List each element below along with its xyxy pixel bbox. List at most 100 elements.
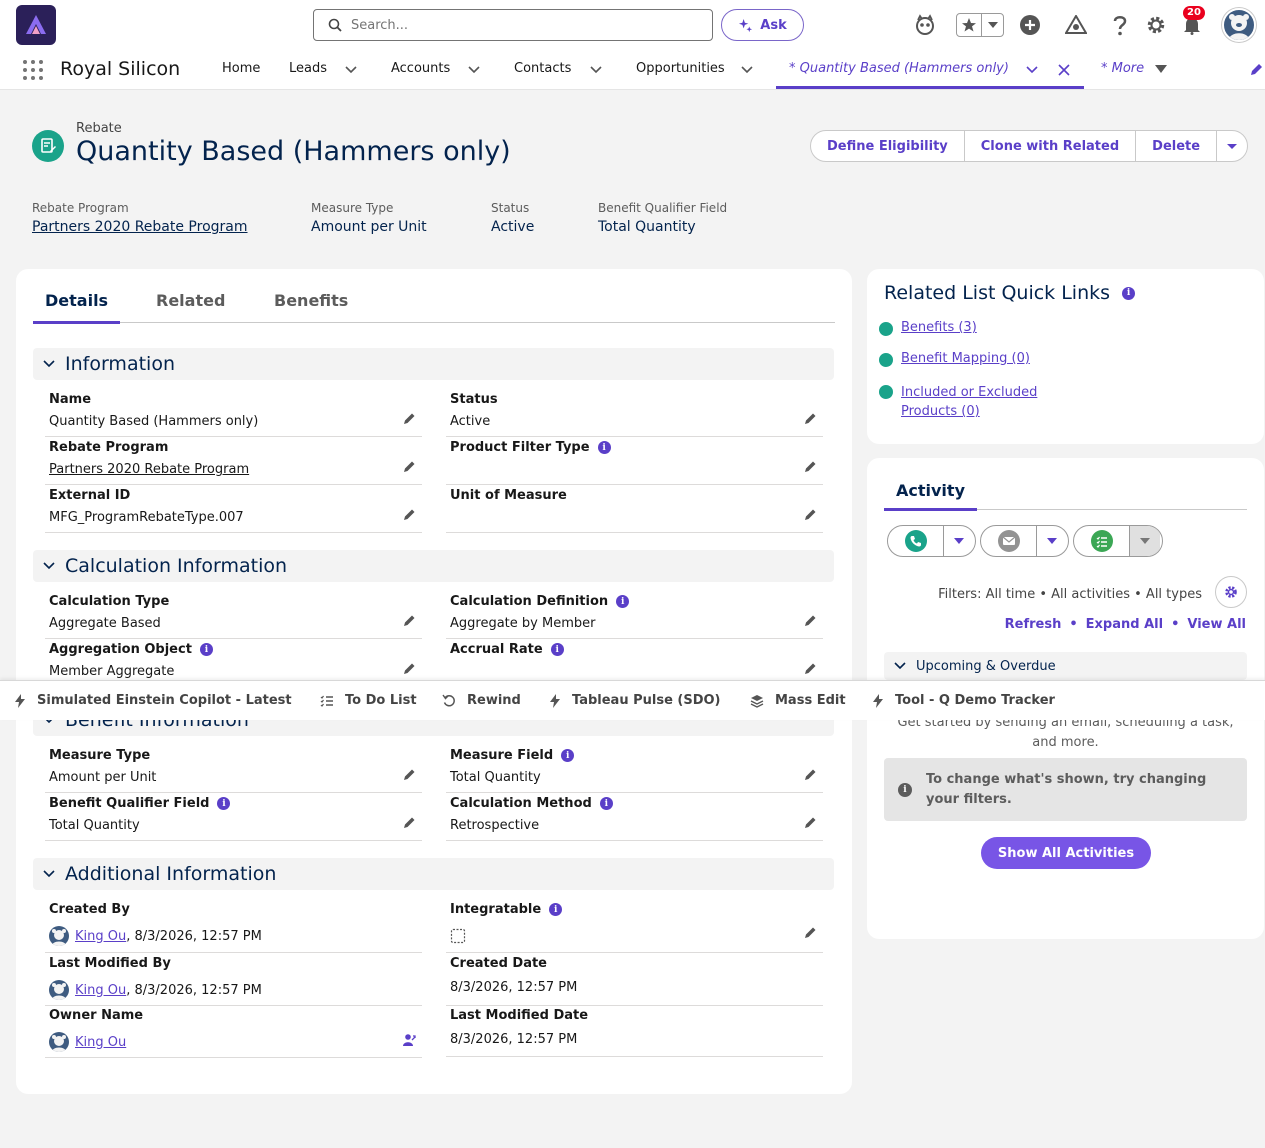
utility-tableau-pulse[interactable]: Tableau Pulse (SDO) xyxy=(549,693,721,708)
close-icon[interactable] xyxy=(1057,63,1071,77)
integratable-checkbox[interactable] xyxy=(450,928,466,944)
help-icon[interactable] xyxy=(1107,12,1133,38)
nav-item-leads[interactable]: Leads xyxy=(289,61,327,76)
quick-link-label[interactable]: Included or Excluded xyxy=(901,383,1037,402)
app-launcher-icon[interactable] xyxy=(23,60,43,80)
nav-item-accounts[interactable]: Accounts xyxy=(391,61,450,76)
info-icon[interactable]: i xyxy=(550,643,564,656)
info-icon[interactable]: i xyxy=(561,749,575,762)
utility-q-demo-tracker[interactable]: Tool - Q Demo Tracker xyxy=(872,693,1055,708)
section-calculation[interactable]: Calculation Information xyxy=(33,550,834,582)
nav-item-current-record[interactable]: * Quantity Based (Hammers only) xyxy=(789,61,1009,76)
nav-item-home[interactable]: Home xyxy=(222,61,260,76)
quick-link-label[interactable]: Benefit Mapping (0) xyxy=(901,351,1030,367)
user-link[interactable]: King Ou xyxy=(75,983,126,998)
nav-item-opportunities[interactable]: Opportunities xyxy=(636,61,725,76)
chevron-down-icon[interactable] xyxy=(467,63,481,77)
delete-button[interactable]: Delete xyxy=(1136,131,1218,161)
rebate-program-link[interactable]: Partners 2020 Rebate Program xyxy=(49,462,249,477)
pencil-icon[interactable] xyxy=(403,816,416,829)
change-owner-icon[interactable] xyxy=(402,1033,416,1047)
quick-link-label[interactable]: Benefits (3) xyxy=(901,320,977,336)
chevron-down-icon[interactable] xyxy=(1025,63,1039,77)
show-all-activities-button[interactable]: Show All Activities xyxy=(981,837,1151,869)
field-label: External ID xyxy=(49,488,131,503)
pencil-icon[interactable] xyxy=(403,508,416,521)
user-avatar[interactable] xyxy=(1222,8,1256,42)
tab-details[interactable]: Details xyxy=(45,291,108,310)
refresh-link[interactable]: Refresh xyxy=(1005,617,1062,632)
pencil-icon[interactable] xyxy=(804,816,817,829)
ask-button[interactable]: Ask xyxy=(721,9,804,41)
info-icon[interactable]: i xyxy=(616,595,630,608)
task-icon[interactable] xyxy=(1074,526,1130,556)
utility-mass-edit[interactable]: Mass Edit xyxy=(750,693,846,708)
chevron-down-icon[interactable] xyxy=(944,526,974,556)
info-icon[interactable]: i xyxy=(217,797,231,810)
pencil-icon[interactable] xyxy=(804,508,817,521)
activity-links: Refresh • Expand All • View All xyxy=(1005,617,1246,632)
gear-icon[interactable] xyxy=(1143,12,1169,38)
activity-settings-button[interactable] xyxy=(1215,576,1247,608)
tab-benefits[interactable]: Benefits xyxy=(274,291,348,310)
section-title: Information xyxy=(65,353,175,375)
pencil-icon[interactable] xyxy=(804,460,817,473)
clone-with-related-button[interactable]: Clone with Related xyxy=(965,131,1137,161)
info-icon[interactable]: i xyxy=(597,441,611,454)
utility-rewind[interactable]: Rewind xyxy=(442,693,521,708)
nav-item-contacts[interactable]: Contacts xyxy=(514,61,571,76)
section-information[interactable]: Information xyxy=(33,348,834,380)
chevron-down-icon[interactable] xyxy=(589,63,603,77)
global-search-input[interactable]: Search... xyxy=(313,9,713,41)
utility-einstein-copilot[interactable]: Simulated Einstein Copilot - Latest xyxy=(14,693,292,708)
user-link[interactable]: King Ou xyxy=(75,1035,126,1050)
chevron-down-icon[interactable] xyxy=(740,63,754,77)
pencil-icon[interactable] xyxy=(403,460,416,473)
add-icon[interactable] xyxy=(1017,12,1043,38)
info-icon[interactable]: i xyxy=(549,903,563,916)
quick-link-label[interactable]: Products (0) xyxy=(901,402,1037,421)
section-additional[interactable]: Additional Information xyxy=(33,858,834,890)
pencil-icon[interactable] xyxy=(403,614,416,627)
tab-related[interactable]: Related xyxy=(156,291,225,310)
pencil-icon[interactable] xyxy=(804,662,817,675)
chevron-down-icon[interactable] xyxy=(1037,526,1067,556)
pencil-icon[interactable] xyxy=(804,926,817,939)
caret-down-icon[interactable] xyxy=(1155,65,1167,73)
chevron-down-icon[interactable] xyxy=(982,14,1003,36)
pencil-icon[interactable] xyxy=(804,412,817,425)
define-eligibility-button[interactable]: Define Eligibility xyxy=(811,131,965,161)
pencil-icon[interactable] xyxy=(403,412,416,425)
info-icon[interactable]: i xyxy=(599,797,613,810)
user-link[interactable]: King Ou xyxy=(75,929,126,944)
trailhead-icon[interactable] xyxy=(1063,12,1089,38)
more-actions-button[interactable] xyxy=(1217,131,1247,161)
expand-all-link[interactable]: Expand All xyxy=(1086,617,1163,632)
benefit-mapping-object-icon xyxy=(879,353,893,367)
upcoming-overdue-section[interactable]: Upcoming & Overdue xyxy=(884,652,1247,680)
pencil-icon[interactable] xyxy=(804,768,817,781)
pencil-icon[interactable] xyxy=(403,662,416,675)
star-icon[interactable] xyxy=(957,14,983,36)
chevron-down-icon[interactable] xyxy=(1130,526,1160,556)
chevron-down-icon[interactable] xyxy=(344,63,358,77)
pencil-icon[interactable] xyxy=(403,768,416,781)
einstein-icon[interactable] xyxy=(912,12,938,38)
app-logo[interactable] xyxy=(16,5,56,45)
phone-icon[interactable] xyxy=(888,526,944,556)
info-icon[interactable]: i xyxy=(199,643,213,656)
favorites-control[interactable] xyxy=(956,13,1004,37)
active-tab-indicator xyxy=(776,86,1084,89)
view-all-link[interactable]: View All xyxy=(1187,617,1246,632)
utility-todo-list[interactable]: To Do List xyxy=(320,693,417,708)
rebate-program-link[interactable]: Partners 2020 Rebate Program xyxy=(32,219,248,235)
new-task-button[interactable] xyxy=(1073,525,1163,557)
tab-activity[interactable]: Activity xyxy=(896,481,965,500)
info-icon[interactable]: i xyxy=(1122,286,1136,300)
log-call-button[interactable] xyxy=(887,525,976,557)
email-icon[interactable] xyxy=(981,526,1037,556)
send-email-button[interactable] xyxy=(980,525,1069,557)
nav-item-more[interactable]: * More xyxy=(1101,61,1144,76)
pencil-icon[interactable] xyxy=(804,614,817,627)
edit-nav-icon[interactable] xyxy=(1249,63,1263,77)
